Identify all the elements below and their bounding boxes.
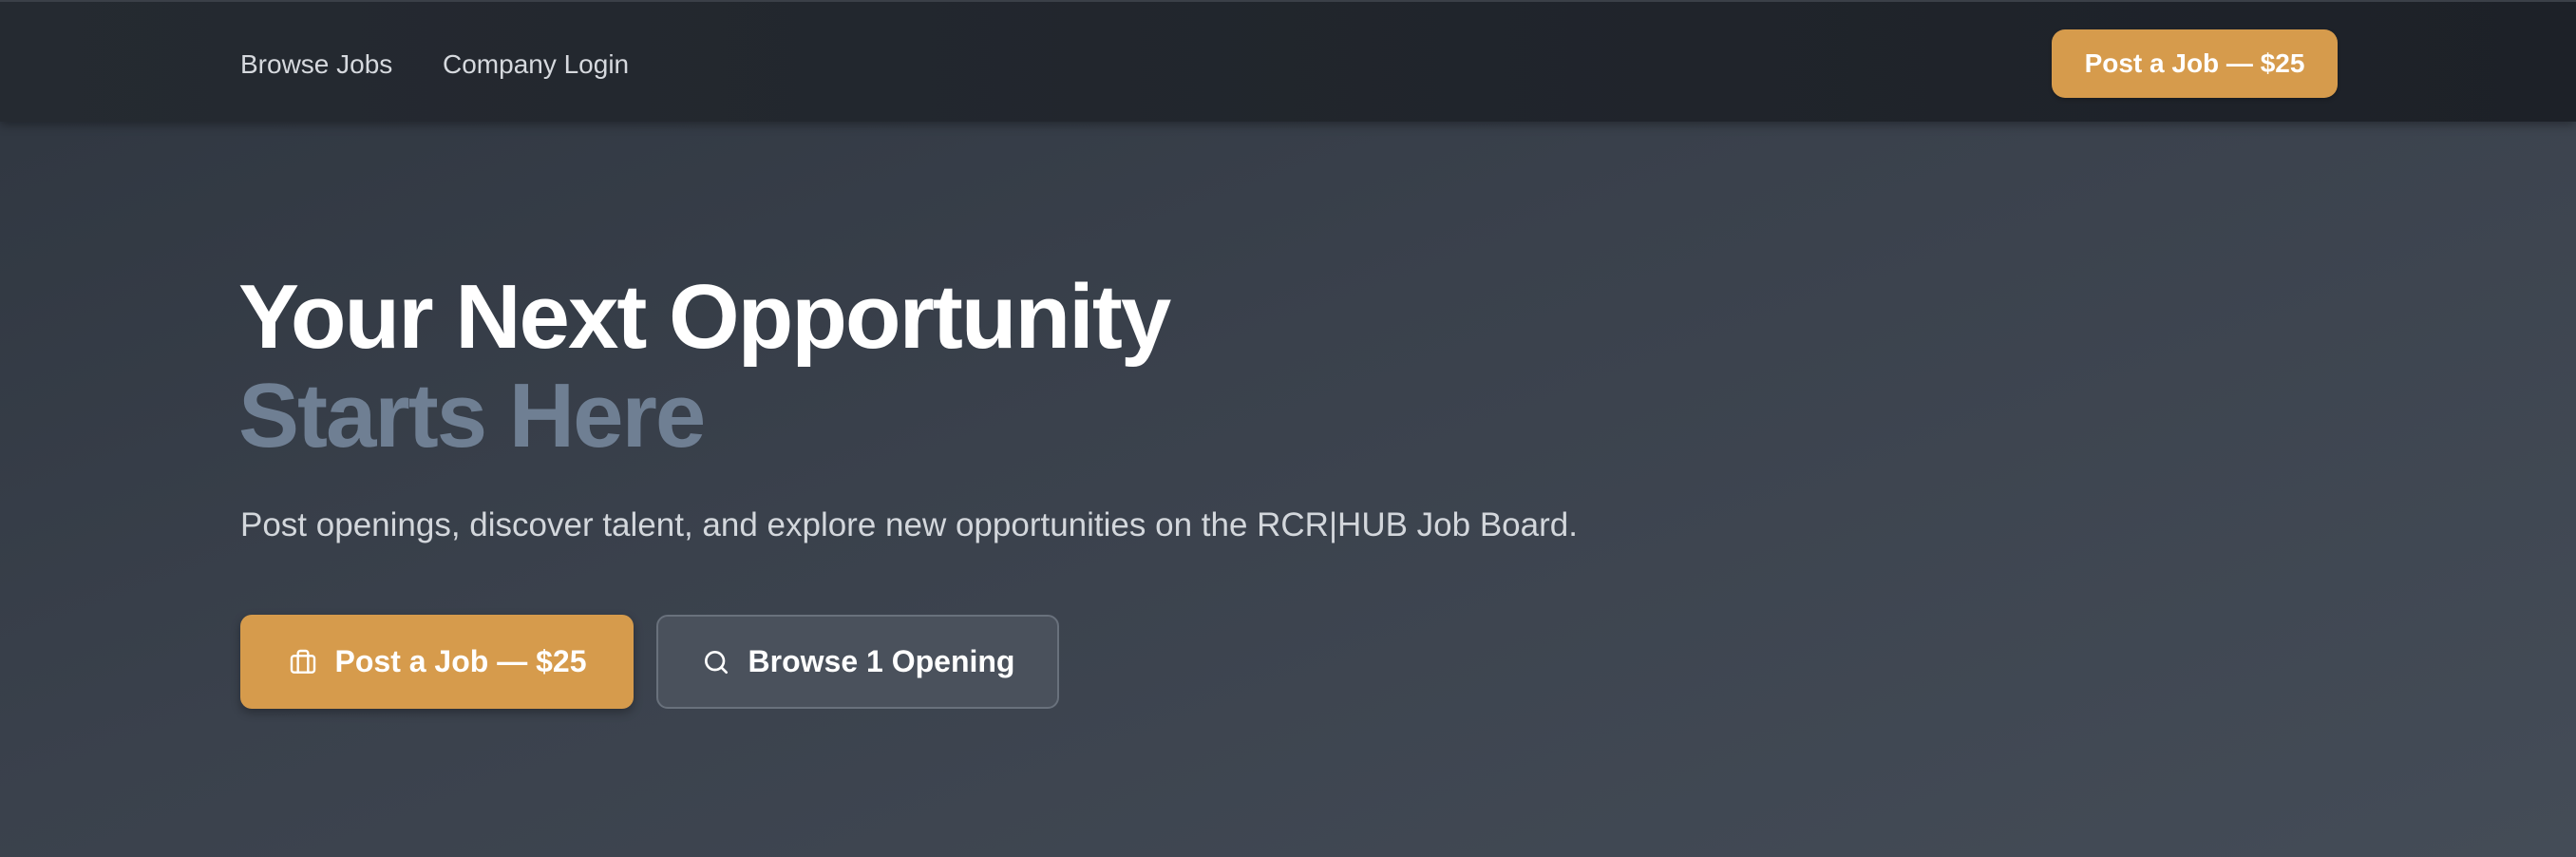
post-job-button-label: Post a Job — $25 (334, 644, 587, 678)
nav-link-company-login[interactable]: Company Login (443, 46, 629, 84)
hero-subtitle: Post openings, discover talent, and expl… (240, 506, 1578, 543)
nav-post-job-label: Post a Job — $25 (2084, 48, 2305, 78)
top-navigation-bar: Browse Jobs Company Login Post a Job — $… (0, 0, 2576, 122)
hero-title-line1: Your Next Opportunity (238, 266, 1171, 368)
nav-post-job-button[interactable]: Post a Job — $25 (2052, 29, 2338, 98)
browse-openings-button-label: Browse 1 Opening (748, 644, 1015, 678)
browse-openings-button[interactable]: Browse 1 Opening (656, 615, 1059, 709)
briefcase-icon (288, 647, 318, 677)
hero-title: Your Next Opportunity Starts Here (238, 266, 1171, 467)
hero-title-line2: Starts Here (238, 365, 706, 467)
post-job-button[interactable]: Post a Job — $25 (240, 615, 634, 709)
nav-link-browse-jobs[interactable]: Browse Jobs (240, 46, 392, 84)
search-icon (701, 647, 731, 677)
